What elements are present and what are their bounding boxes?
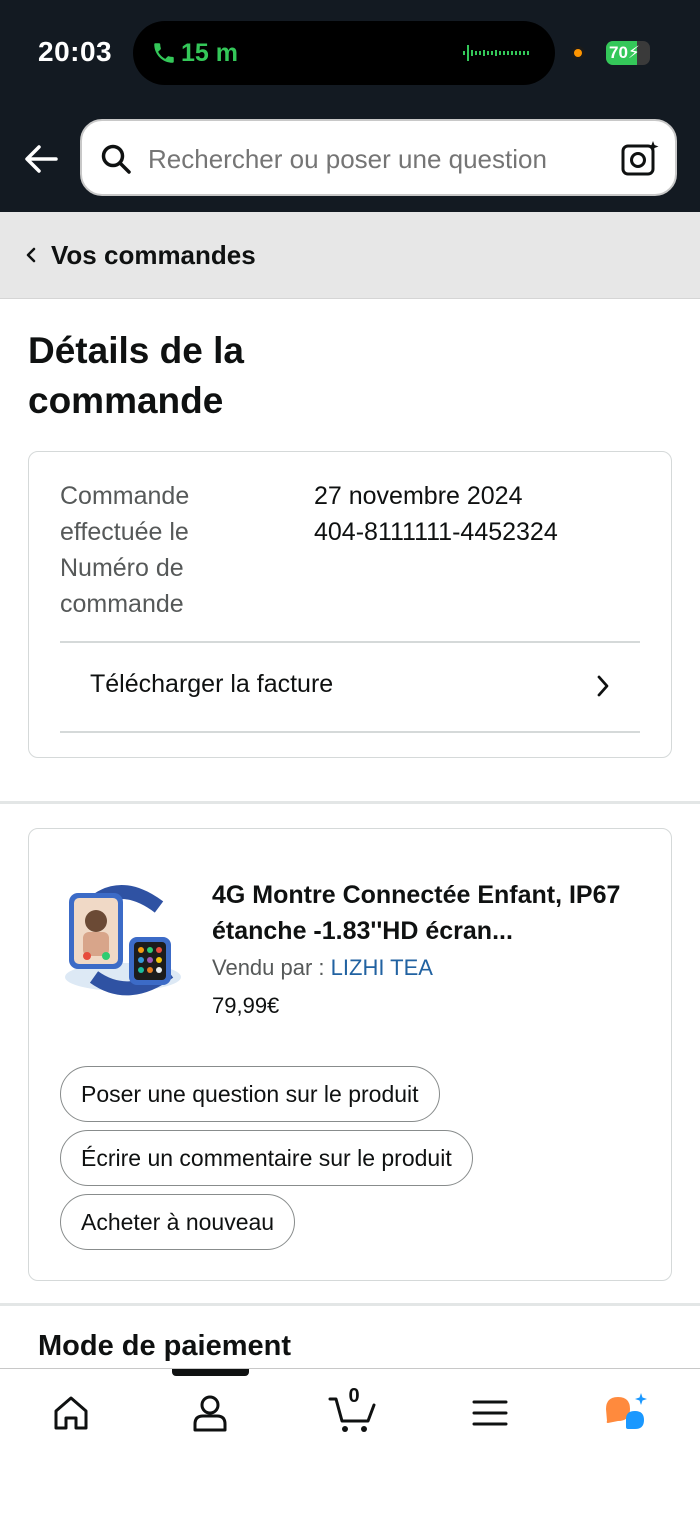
download-invoice-row[interactable]: Télécharger la facture — [60, 642, 640, 732]
divider — [60, 731, 640, 733]
bottom-nav: 0 — [0, 1368, 700, 1515]
seller-link[interactable]: LIZHI TEA — [331, 955, 433, 980]
chevron-left-icon — [26, 247, 36, 263]
back-arrow-icon[interactable] — [22, 140, 60, 178]
call-duration: 15 m — [181, 39, 238, 67]
status-time: 20:03 — [38, 36, 113, 67]
camera-search-icon[interactable] — [620, 139, 660, 179]
battery-indicator: 70⚡ — [606, 41, 650, 65]
section-separator — [0, 1303, 700, 1306]
product-image[interactable] — [59, 877, 184, 1002]
app-header: 20:03 15 m 70⚡ — [0, 0, 700, 212]
dynamic-island-call[interactable]: 15 m — [133, 21, 555, 85]
search-icon — [101, 144, 131, 174]
home-icon[interactable] — [49, 1391, 93, 1435]
search-bar[interactable] — [80, 119, 677, 196]
sold-by-prefix: Vendu par : — [212, 955, 331, 980]
order-info-labels: Commande effectuée le Numéro de commande — [60, 482, 190, 618]
order-info-card: Commande effectuée le Numéro de commande… — [28, 451, 672, 758]
product-card: 4G Montre Connectée Enfant, IP67 étanche… — [28, 828, 672, 1281]
product-price: 79,99€ — [212, 993, 280, 1018]
breadcrumb[interactable]: Vos commandes — [0, 212, 700, 299]
search-input[interactable] — [148, 144, 598, 174]
ask-question-button[interactable]: Poser une question sur le produit — [60, 1066, 440, 1122]
sold-by: Vendu par : LIZHI TEA — [212, 955, 433, 981]
product-title[interactable]: 4G Montre Connectée Enfant, IP67 étanche… — [212, 877, 642, 949]
order-info-values: 27 novembre 2024 404-8111111-4452324 — [314, 478, 654, 550]
download-invoice-label[interactable]: Télécharger la facture — [90, 670, 333, 699]
breadcrumb-label[interactable]: Vos commandes — [51, 240, 256, 271]
menu-icon[interactable] — [468, 1391, 512, 1435]
audio-waveform-icon — [463, 45, 529, 61]
active-tab-indicator — [172, 1369, 249, 1376]
phone-icon — [154, 43, 174, 63]
buy-again-button[interactable]: Acheter à nouveau — [60, 1194, 296, 1250]
order-number: 404-8111111-4452324 — [314, 518, 558, 546]
order-date: 27 novembre 2024 — [314, 482, 523, 510]
page-title: Détails de la commande — [28, 330, 244, 421]
payment-section-title: Mode de paiement — [38, 1330, 291, 1362]
chevron-right-icon — [597, 675, 609, 697]
account-icon[interactable] — [188, 1391, 232, 1435]
cart-button[interactable]: 0 — [328, 1385, 378, 1435]
camera-in-use-indicator — [571, 46, 585, 60]
cart-count: 0 — [348, 1385, 360, 1407]
write-review-button[interactable]: Écrire un commentaire sur le produit — [60, 1130, 473, 1186]
battery-percent: 70⚡ — [609, 43, 640, 62]
rufus-assistant-icon[interactable] — [602, 1391, 652, 1435]
section-separator — [0, 801, 700, 804]
